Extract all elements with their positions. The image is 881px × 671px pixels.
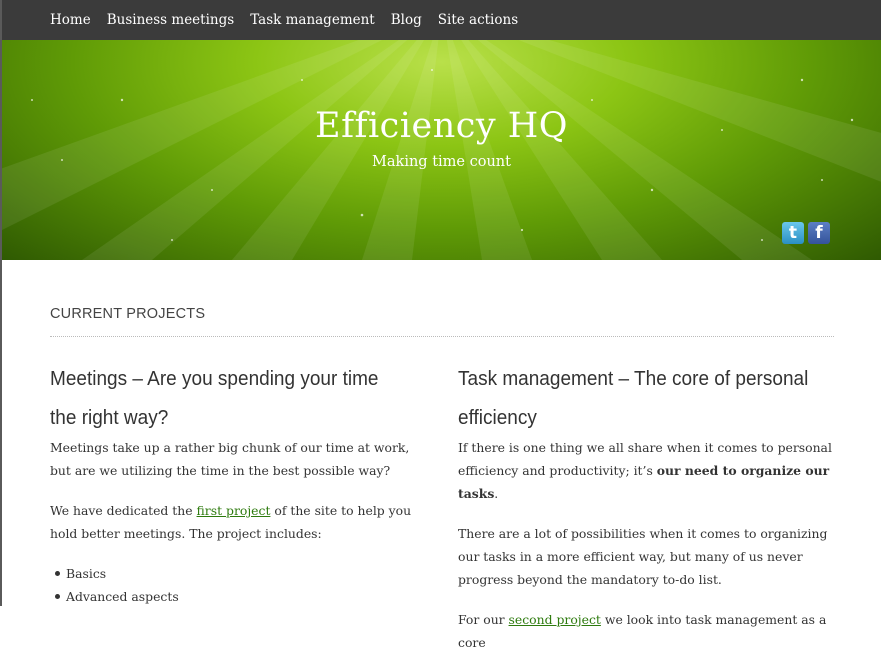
project-paragraph: If there is one thing we all share when … — [458, 440, 832, 501]
project-paragraph: We have dedicated the first project of t… — [50, 503, 412, 541]
project-heading: Meetings – Are you spending your time th… — [50, 368, 379, 429]
project-meetings: Meetings – Are you spending your time th… — [50, 360, 426, 608]
twitter-icon[interactable]: t — [782, 222, 804, 244]
project-includes-list: Basics Advanced aspects — [50, 562, 426, 608]
project-paragraph: Meetings take up a rather big chunk of o… — [50, 440, 410, 478]
project-paragraph: For our second project we look into task… — [458, 612, 827, 650]
header-background-rays — [2, 40, 881, 260]
main-nav: Home Business meetings Task management B… — [2, 0, 881, 40]
site-title[interactable]: Efficiency HQ — [2, 106, 881, 146]
nav-item-home[interactable]: Home — [50, 12, 91, 28]
first-project-link[interactable]: first project — [197, 503, 271, 518]
site-tagline: Making time count — [372, 154, 511, 170]
facebook-icon[interactable]: f — [808, 222, 830, 244]
second-project-link[interactable]: second project — [509, 612, 601, 627]
list-item: Advanced aspects — [55, 585, 426, 608]
site-header-banner: Efficiency HQ Making time count t f — [2, 40, 881, 260]
project-task-management: Task management – The core of personal e… — [458, 360, 834, 671]
nav-item-blog[interactable]: Blog — [391, 12, 422, 28]
section-divider — [50, 336, 834, 337]
list-item: Basics — [55, 562, 426, 585]
nav-item-business-meetings[interactable]: Business meetings — [107, 12, 234, 28]
nav-item-task-management[interactable]: Task management — [250, 12, 375, 28]
nav-item-site-actions[interactable]: Site actions — [438, 12, 518, 28]
section-title: CURRENT PROJECTS — [50, 306, 206, 322]
project-paragraph: There are a lot of possibilities when it… — [458, 526, 828, 587]
project-heading: Task management – The core of personal e… — [458, 368, 809, 429]
